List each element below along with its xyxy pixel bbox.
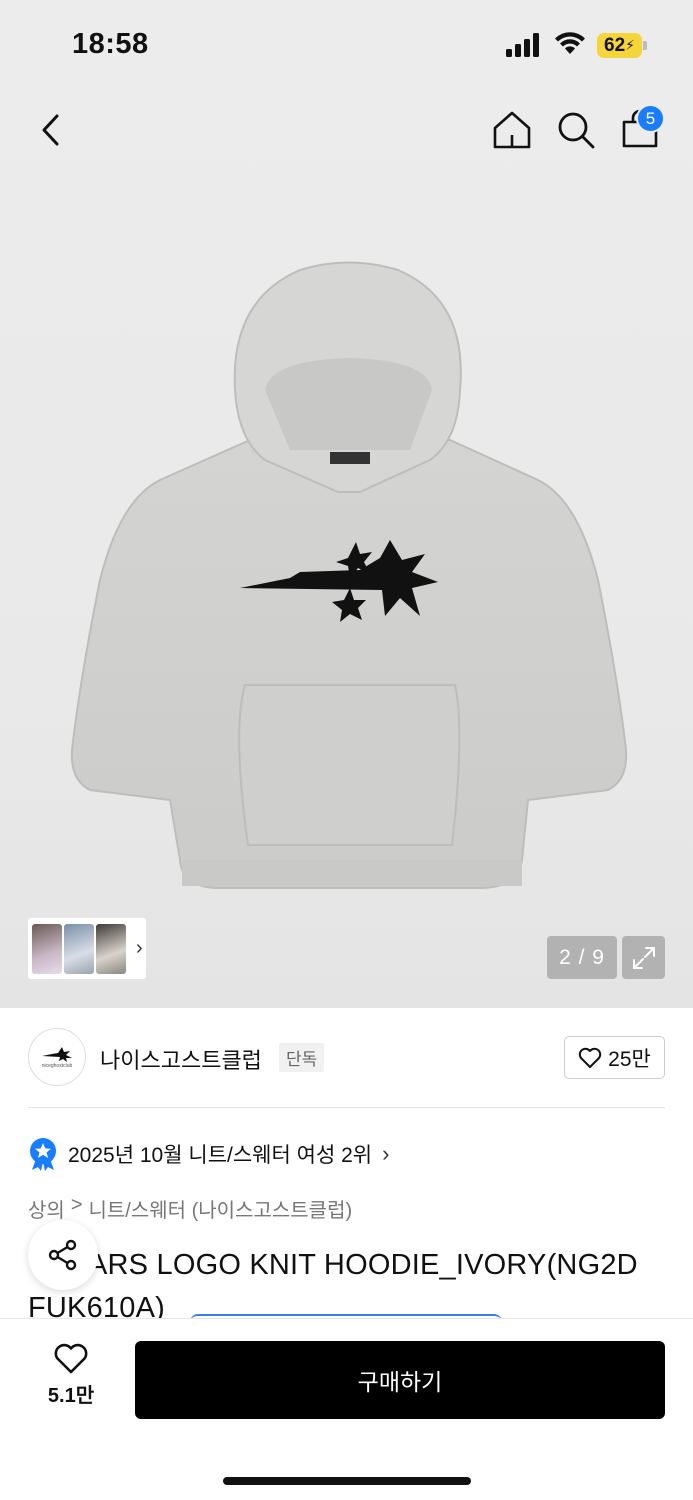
chevron-right-icon: › bbox=[136, 937, 143, 959]
wishlist-count: 5.1만 bbox=[47, 1385, 95, 1407]
heart-icon bbox=[54, 1343, 88, 1374]
battery-level: 62 bbox=[604, 34, 626, 56]
brand-like-count: 25만 bbox=[608, 1047, 651, 1071]
heart-icon bbox=[578, 1047, 602, 1068]
ranking-text: 2025년 10월 니트/스웨터 여성 2위 bbox=[68, 1144, 373, 1167]
divider bbox=[28, 1107, 665, 1108]
home-indicator[interactable] bbox=[223, 1477, 471, 1485]
share-icon bbox=[48, 1239, 77, 1271]
breadcrumb-separator: > bbox=[70, 1194, 83, 1216]
brand-star-logo-icon bbox=[42, 1046, 72, 1062]
product-title-text: ARS LOGO KNIT HOODIE_IVORY(NG2D FUK610A) bbox=[28, 1249, 638, 1324]
cellular-signal-icon bbox=[506, 33, 539, 57]
chevron-right-icon: › bbox=[382, 1141, 390, 1166]
ranking-row[interactable]: 2025년 10월 니트/스웨터 여성 2위 › bbox=[28, 1136, 389, 1172]
brand-name[interactable]: 나이스고스트클럽 bbox=[100, 1043, 262, 1075]
purchase-bar: 5.1만 구매하기 bbox=[0, 1318, 693, 1500]
status-time: 18:58 bbox=[72, 28, 149, 60]
expand-button[interactable] bbox=[622, 936, 665, 979]
home-icon[interactable] bbox=[490, 108, 534, 152]
product-image[interactable] bbox=[60, 260, 635, 900]
image-counter: 2 / 9 bbox=[547, 936, 617, 979]
thumbnail-3[interactable] bbox=[96, 923, 126, 974]
breadcrumb: 상의 > 니트/스웨터 (나이스고스트클럽) bbox=[28, 1194, 352, 1223]
breadcrumb-level1[interactable]: 상의 bbox=[28, 1194, 65, 1223]
exclusive-tag: 단독 bbox=[279, 1043, 325, 1072]
brand-row[interactable]: niceghostclub 나이스고스트클럽 단독 25만 bbox=[28, 1028, 665, 1086]
ranking-badge-icon bbox=[30, 1138, 56, 1171]
battery-indicator: 62 ⚡ bbox=[597, 33, 647, 58]
expand-icon bbox=[632, 946, 655, 969]
status-bar: 18:58 62 ⚡ bbox=[0, 0, 693, 90]
brand-logo[interactable]: niceghostclub bbox=[28, 1028, 86, 1086]
breadcrumb-level2[interactable]: 니트/스웨터 (나이스고스트클럽) bbox=[89, 1194, 353, 1223]
wifi-icon bbox=[555, 32, 585, 54]
share-button[interactable] bbox=[28, 1220, 98, 1290]
wishlist-button[interactable]: 5.1만 bbox=[40, 1343, 102, 1413]
lookbook-thumbnails[interactable]: › bbox=[28, 918, 146, 979]
thumbnail-1[interactable] bbox=[32, 923, 62, 974]
back-icon[interactable] bbox=[30, 108, 74, 152]
cart-count-badge: 5 bbox=[636, 104, 665, 133]
buy-button[interactable]: 구매하기 bbox=[135, 1341, 665, 1419]
thumbnail-2[interactable] bbox=[64, 923, 94, 974]
brand-like-button[interactable]: 25만 bbox=[564, 1036, 665, 1079]
search-icon[interactable] bbox=[554, 108, 598, 152]
